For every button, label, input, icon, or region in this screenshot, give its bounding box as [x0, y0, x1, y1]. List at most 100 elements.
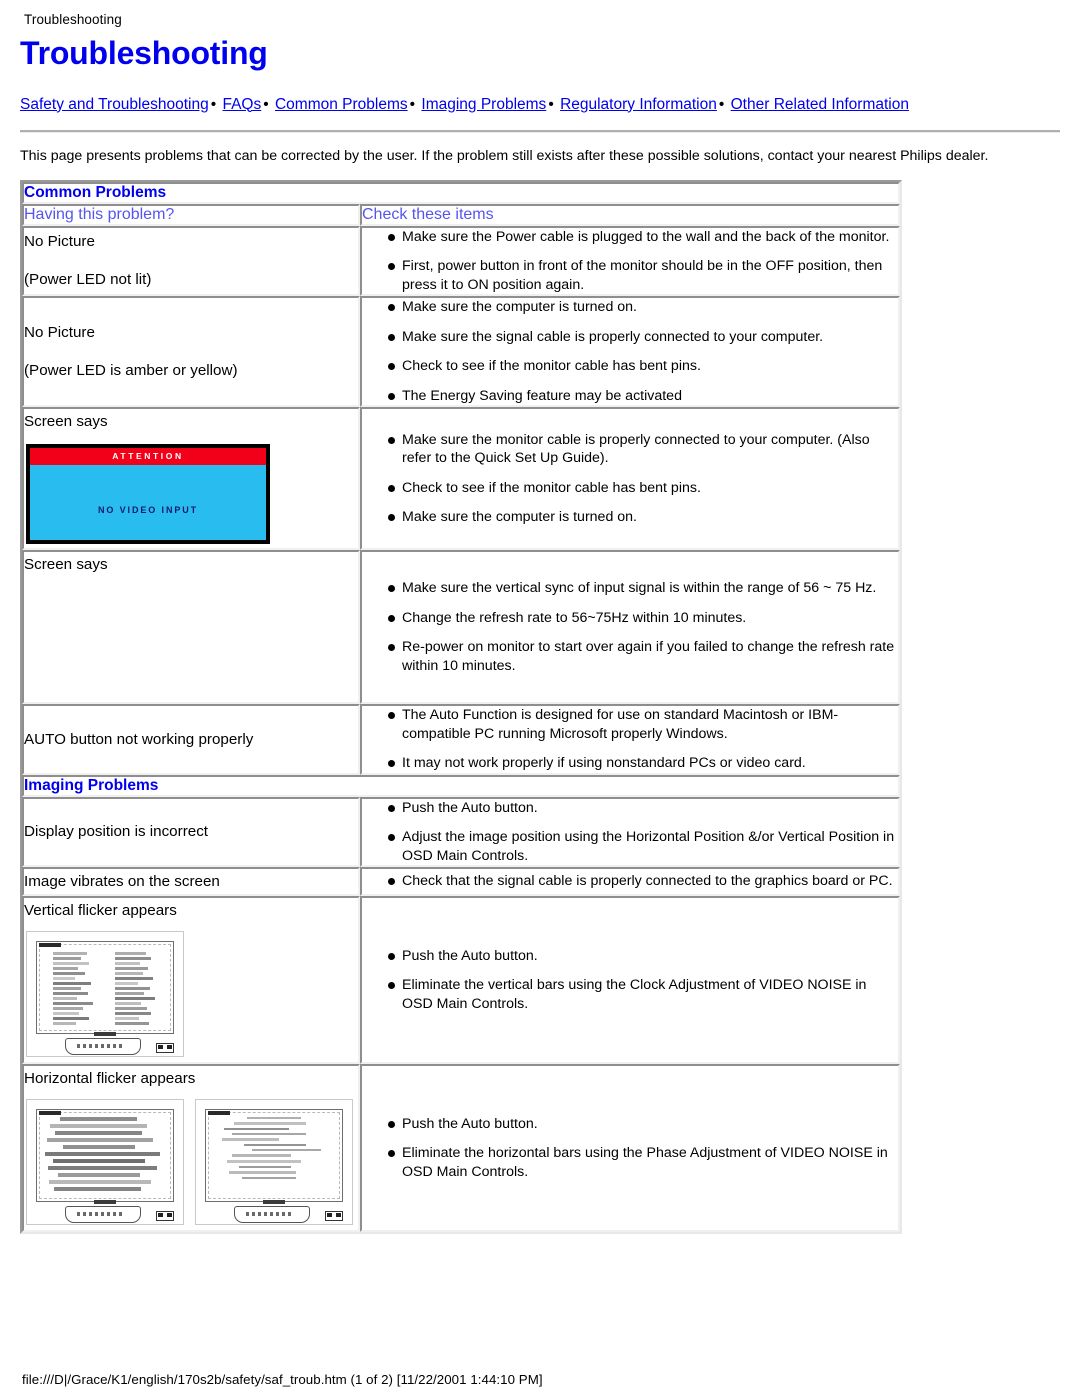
vertical-bar-column	[52, 952, 93, 1026]
table-row: Screen says ATTENTION NO VIDEO INPUT Mak…	[22, 407, 900, 551]
check-item: First, power button in front of the moni…	[388, 257, 898, 294]
check-item: Check that the signal cable is properly …	[388, 872, 898, 891]
monitor-brand-logo	[263, 1200, 285, 1205]
checks-cell: Push the Auto button. Adjust the image p…	[360, 796, 900, 868]
problem-line: (Power LED not lit)	[24, 271, 152, 289]
check-item: Adjust the image position using the Hori…	[388, 828, 898, 865]
check-item: Push the Auto button.	[388, 947, 898, 966]
nav-link-imaging-problems[interactable]: Imaging Problems	[421, 96, 546, 113]
checks-list: Make sure the computer is turned on. Mak…	[362, 298, 898, 405]
checks-list: Push the Auto button. Eliminate the vert…	[362, 947, 898, 1014]
table-row: AUTO button not working properly The Aut…	[22, 704, 900, 775]
checks-list: The Auto Function is designed for use on…	[362, 706, 898, 773]
problem-line: Vertical flicker appears	[24, 902, 177, 920]
check-item: Change the refresh rate to 56~75Hz withi…	[388, 609, 898, 628]
problem-line: Screen says	[24, 413, 108, 431]
monitor-icon	[26, 1099, 184, 1226]
problem-cell: Display position is incorrect	[22, 796, 360, 868]
page-body: Troubleshooting Troubleshooting Safety a…	[0, 0, 1080, 1235]
check-item: Make sure the monitor cable is properly …	[388, 431, 898, 468]
blank-graphic-placeholder	[24, 577, 268, 681]
problem-cell: No Picture (Power LED not lit)	[22, 225, 360, 297]
nav-links: Safety and Troubleshooting • FAQs • Common…	[20, 93, 1005, 116]
problem-cell: Screen says	[22, 550, 360, 705]
nav-separator: •	[210, 95, 217, 113]
problem-line: (Power LED is amber or yellow)	[24, 362, 238, 380]
monitor-screen	[43, 949, 167, 1026]
monitor-stand	[65, 1206, 141, 1224]
nav-link-common-problems[interactable]: Common Problems	[275, 96, 408, 113]
nav-link-safety-and-troubleshooting[interactable]: Safety and Troubleshooting	[20, 96, 209, 113]
check-item: Check to see if the monitor cable has be…	[388, 357, 898, 376]
checks-list: Check that the signal cable is properly …	[362, 872, 898, 891]
nav-link-regulatory-information[interactable]: Regulatory Information	[560, 96, 717, 113]
monitor-buttons	[156, 1043, 174, 1054]
section-header-common-problems: Common Problems	[22, 181, 900, 204]
check-item: Make sure the Power cable is plugged to …	[388, 228, 898, 247]
checks-cell: Make sure the vertical sync of input sig…	[360, 550, 900, 705]
vertical-bar-column	[114, 952, 155, 1026]
section-header-imaging-problems: Imaging Problems	[22, 774, 900, 797]
checks-cell: Make sure the computer is turned on. Mak…	[360, 296, 900, 408]
problem-line: Image vibrates on the screen	[24, 873, 220, 891]
problem-cell: Vertical flicker appears	[22, 896, 360, 1065]
problem-line: Display position is incorrect	[24, 823, 209, 841]
monitor-tab	[39, 943, 61, 948]
check-item: Make sure the signal cable is properly c…	[388, 328, 898, 347]
column-header-problem-label: Having this problem?	[24, 205, 175, 223]
monitor-bezel	[205, 1109, 343, 1203]
attention-message-text: NO VIDEO INPUT	[97, 505, 199, 516]
breadcrumb: Troubleshooting	[24, 12, 122, 27]
table-section-header-row: Common Problems	[22, 181, 900, 204]
check-item: Eliminate the horizontal bars using the …	[388, 1144, 898, 1181]
monitor-stand	[65, 1038, 141, 1056]
checks-cell: Push the Auto button. Eliminate the hori…	[360, 1064, 900, 1233]
status-bar-path: file:///D|/Grace/K1/english/170s2b/safet…	[22, 1372, 543, 1387]
attention-title-bar: ATTENTION	[30, 448, 266, 466]
check-item: The Energy Saving feature may be activat…	[388, 387, 898, 406]
monitor-tab	[39, 1111, 61, 1116]
monitor-icon	[195, 1099, 353, 1226]
horizontal-bars-pattern-sparse	[212, 1117, 336, 1193]
section-header-label: Common Problems	[24, 183, 167, 201]
monitor-bezel	[36, 941, 174, 1035]
monitor-brand-logo	[94, 1032, 116, 1037]
monitor-bezel	[36, 1109, 174, 1203]
nav-link-faqs[interactable]: FAQs	[222, 96, 261, 113]
problem-cell: Horizontal flicker appears	[22, 1064, 360, 1233]
checks-cell: Make sure the Power cable is plugged to …	[360, 225, 900, 297]
checks-cell: The Auto Function is designed for use on…	[360, 704, 900, 775]
monitor-screen	[43, 1117, 167, 1193]
nav-separator: •	[718, 95, 725, 113]
check-item: Re-power on monitor to start over again …	[388, 638, 898, 675]
page-title: Troubleshooting	[20, 35, 268, 71]
nav-separator: •	[548, 95, 554, 113]
check-item: Push the Auto button.	[388, 1115, 898, 1134]
table-row: Display position is incorrect Push the A…	[22, 796, 900, 868]
monitor-osd-attention-image: ATTENTION NO VIDEO INPUT	[26, 444, 270, 545]
check-item: Make sure the computer is turned on.	[388, 298, 898, 317]
check-item: Check to see if the monitor cable has be…	[388, 479, 898, 498]
vertical-bars-pattern	[43, 949, 167, 1026]
table-column-header-row: Having this problem? Check these items	[22, 203, 900, 226]
check-item: Push the Auto button.	[388, 799, 898, 818]
nav-link-other-related-information[interactable]: Other Related Information	[731, 96, 909, 113]
problem-line: Screen says	[24, 556, 108, 574]
check-item: Eliminate the vertical bars using the Cl…	[388, 976, 898, 1013]
monitor-buttons	[156, 1211, 174, 1222]
problem-line: No Picture	[24, 324, 95, 342]
table-row: Screen says Make sure the vertical sync …	[22, 550, 900, 705]
monitor-stand	[234, 1206, 310, 1224]
table-section-header-row: Imaging Problems	[22, 774, 900, 797]
checks-cell: Push the Auto button. Eliminate the vert…	[360, 896, 900, 1065]
horizontal-bars-pattern-dense	[43, 1117, 167, 1193]
monitor-brand-logo	[94, 1200, 116, 1205]
problem-line: Horizontal flicker appears	[24, 1070, 196, 1088]
nav-separator: •	[409, 95, 416, 113]
horizontal-flicker-illustration	[26, 1099, 358, 1226]
column-header-problem: Having this problem?	[22, 203, 360, 226]
monitor-tab	[208, 1111, 230, 1116]
monitor-icon	[26, 931, 184, 1058]
section-header-label: Imaging Problems	[24, 776, 159, 794]
table-row: Horizontal flicker appears Push the Auto…	[22, 1064, 900, 1233]
